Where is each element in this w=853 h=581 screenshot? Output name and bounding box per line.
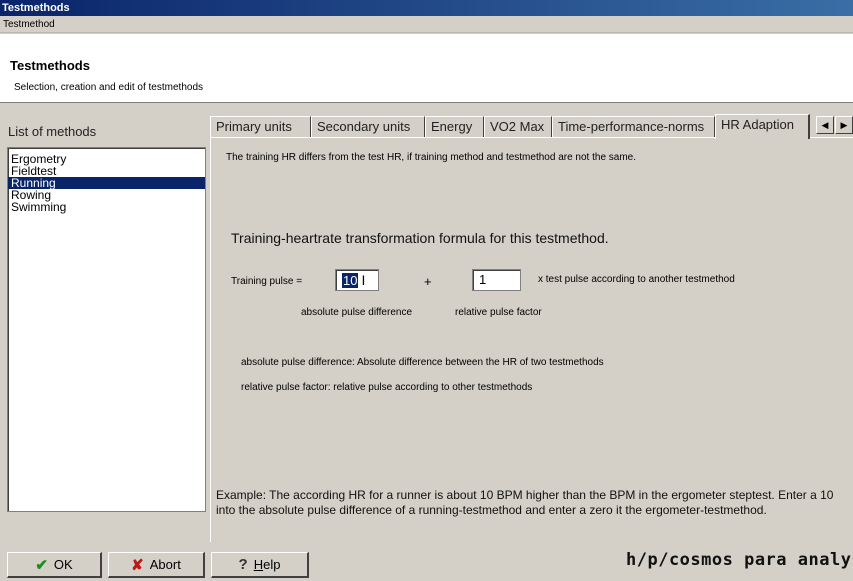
example-text: Example: The according HR for a runner i… <box>216 488 834 517</box>
ok-button[interactable]: ✔ OK <box>7 552 102 578</box>
page-header <box>0 50 853 103</box>
methods-list-label: List of methods <box>8 124 97 139</box>
tab-energy[interactable]: Energy <box>425 116 484 138</box>
ok-label: OK <box>53 557 73 572</box>
hr-adaption-panel <box>210 137 853 542</box>
hr-info-text: The training HR differs from the test HR… <box>226 152 637 163</box>
training-pulse-label: Training pulse = <box>231 276 303 287</box>
relative-pulse-factor-input[interactable]: 1 <box>472 269 521 291</box>
absolute-pulse-value: 10 <box>342 273 359 288</box>
absolute-pulse-difference-input[interactable]: 10 I <box>335 269 379 291</box>
header-strip <box>0 34 853 50</box>
relative-definition: relative pulse factor: relative pulse ac… <box>241 382 533 393</box>
help-label-rest: elp <box>263 557 281 572</box>
plus-sign: + <box>424 274 432 289</box>
formula-title: Training-heartrate transformation formul… <box>231 230 609 246</box>
formula-suffix: x test pulse according to another testme… <box>538 274 735 285</box>
tab-hr-adaption[interactable]: HR Adaption <box>715 114 810 139</box>
tab-scroll-right-icon[interactable]: ▶ <box>835 116 853 134</box>
abort-button[interactable]: ✘ Abort <box>108 552 205 578</box>
window-title: Testmethods <box>2 2 70 14</box>
abort-label: Abort <box>149 557 181 572</box>
cross-icon: ✘ <box>131 556 144 574</box>
relative-pulse-value: 1 <box>479 272 487 287</box>
absolute-pulse-caption: absolute pulse difference <box>301 307 413 318</box>
checkmark-icon: ✔ <box>35 556 48 574</box>
page-subtitle: Selection, creation and edit of testmeth… <box>14 82 204 93</box>
method-item-swimming[interactable]: Swimming <box>8 201 205 213</box>
relative-pulse-caption: relative pulse factor <box>455 307 542 318</box>
tab-secondary-units[interactable]: Secondary units <box>311 116 425 138</box>
window-title-bar: Testmethods <box>0 0 853 16</box>
menu-bar: Testmethod <box>0 16 853 33</box>
brand-logo: h/p/cosmos para analysis® <box>626 550 853 570</box>
help-mnemonic: H <box>253 557 264 572</box>
menu-item-testmethod[interactable]: Testmethod <box>3 19 55 30</box>
tab-vo2-max[interactable]: VO2 Max <box>484 116 552 138</box>
tab-scroll-left-icon[interactable]: ◀ <box>816 116 834 134</box>
text-cursor-icon: I <box>361 272 366 288</box>
page-title: Testmethods <box>10 58 90 73</box>
help-label: Help <box>254 557 281 572</box>
tab-primary-units[interactable]: Primary units <box>210 116 311 138</box>
question-mark-icon: ? <box>238 556 248 573</box>
tab-time-performance-norms[interactable]: Time-performance-norms <box>552 116 715 138</box>
absolute-definition: absolute pulse difference: Absolute diff… <box>241 357 604 368</box>
methods-listbox[interactable]: Ergometry Fieldtest Running Rowing Swimm… <box>7 147 206 512</box>
help-button[interactable]: ? Help <box>211 552 309 578</box>
